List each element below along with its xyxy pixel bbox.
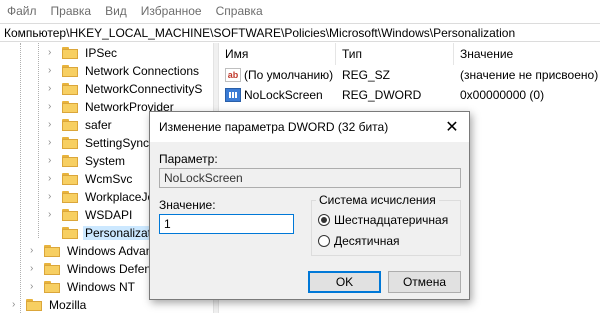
tree-guide-line (38, 43, 39, 238)
row-type: REG_DWORD (342, 88, 422, 102)
radio-unselected-icon[interactable] (318, 235, 330, 247)
folder-icon (62, 191, 78, 203)
param-name-field: NoLockScreen (159, 168, 461, 188)
tree-item-wsdapi[interactable]: › WSDAPI (48, 206, 134, 224)
tree-item-system[interactable]: › System (48, 152, 127, 170)
row-value: 0x00000000 (0) (460, 88, 545, 102)
list-row[interactable]: ab (По умолчанию) REG_SZ (значение не пр… (219, 65, 600, 85)
menu-bar: Файл Правка Вид Избранное Справка (0, 0, 600, 22)
chevron-right-icon[interactable]: › (12, 300, 20, 310)
tree-item-label: Windows Defen (67, 262, 152, 276)
row-name: NoLockScreen (244, 88, 323, 102)
base-group-label: Система исчисления (316, 193, 439, 207)
tree-item-network-connectivity[interactable]: › NetworkConnectivityS (48, 80, 204, 98)
list-header: Имя Тип Значение (219, 43, 600, 65)
menu-view[interactable]: Вид (98, 4, 134, 18)
radio-dec-label: Десятичная (334, 234, 400, 248)
chevron-right-icon[interactable]: › (48, 48, 56, 58)
column-header-name[interactable]: Имя (219, 43, 336, 65)
binary-value-icon (225, 88, 241, 102)
list-row[interactable]: NoLockScreen REG_DWORD 0x00000000 (0) (219, 85, 600, 105)
menu-edit[interactable]: Правка (44, 4, 99, 18)
dialog-title: Изменение параметра DWORD (32 бита) (159, 120, 389, 134)
folder-icon (62, 65, 78, 77)
tree-item-label: System (85, 154, 126, 168)
tree-item-label: IPSec (85, 46, 118, 60)
radio-selected-icon[interactable] (318, 214, 330, 226)
ok-button[interactable]: OK (308, 271, 381, 293)
menu-favorites[interactable]: Избранное (134, 4, 209, 18)
chevron-right-icon[interactable]: › (30, 282, 38, 292)
tree-item-label: safer (85, 118, 112, 132)
tree-item-setting-sync[interactable]: › SettingSync (48, 134, 151, 152)
menu-help[interactable]: Справка (209, 4, 270, 18)
folder-icon (26, 299, 42, 311)
value-input[interactable]: 1 (159, 214, 294, 234)
folder-icon (62, 47, 78, 59)
param-label: Параметр: (159, 152, 218, 166)
tree-item-label: NetworkConnectivityS (85, 82, 203, 96)
row-type: REG_SZ (342, 68, 391, 82)
tree-guide-line (20, 43, 21, 313)
address-bar[interactable]: Компьютер\HKEY_LOCAL_MACHINE\SOFTWARE\Po… (0, 23, 600, 42)
chevron-right-icon[interactable]: › (48, 156, 56, 166)
folder-icon (62, 173, 78, 185)
tree-item-workplace-join[interactable]: › WorkplaceJo (48, 188, 156, 206)
close-icon[interactable]: ✕ (435, 112, 469, 142)
chevron-right-icon[interactable]: › (48, 174, 56, 184)
row-value: (значение не присвоено) (460, 68, 599, 82)
tree-item-wcmsvc[interactable]: › WcmSvc (48, 170, 134, 188)
menu-file[interactable]: Файл (0, 4, 44, 18)
chevron-right-icon[interactable]: › (48, 192, 56, 202)
chevron-right-icon[interactable]: › (48, 66, 56, 76)
chevron-right-icon[interactable]: › (48, 84, 56, 94)
radio-hex[interactable]: Шестнадцатеричная (318, 213, 448, 227)
column-header-type[interactable]: Тип (336, 43, 454, 65)
folder-icon (62, 119, 78, 131)
tree-item-label: SettingSync (85, 136, 150, 150)
tree-item-label: WcmSvc (85, 172, 133, 186)
folder-icon (62, 227, 78, 239)
chevron-right-icon[interactable]: › (48, 102, 56, 112)
radio-dec[interactable]: Десятичная (318, 234, 400, 248)
tree-item-mozilla[interactable]: › Mozilla (12, 296, 88, 313)
tree-item-label: Windows Advan (67, 244, 153, 258)
column-header-value[interactable]: Значение (454, 43, 600, 65)
chevron-right-icon[interactable]: › (30, 246, 38, 256)
folder-icon (62, 83, 78, 95)
folder-icon (62, 137, 78, 149)
row-name: (По умолчанию) (244, 68, 334, 82)
tree-item-ipsec[interactable]: › IPSec (48, 44, 119, 62)
tree-item-safer[interactable]: › safer (48, 116, 114, 134)
chevron-right-icon[interactable]: › (30, 264, 38, 274)
tree-item-windows-nt[interactable]: › Windows NT (30, 278, 137, 296)
chevron-right-icon[interactable]: › (48, 138, 56, 148)
folder-icon (44, 281, 60, 293)
folder-icon (62, 101, 78, 113)
radio-hex-label: Шестнадцатеричная (334, 213, 449, 227)
edit-dword-dialog: Изменение параметра DWORD (32 бита) ✕ Па… (149, 111, 470, 300)
dialog-titlebar[interactable]: Изменение параметра DWORD (32 бита) ✕ (150, 112, 469, 142)
folder-icon (44, 263, 60, 275)
tree-item-label: Mozilla (49, 298, 87, 312)
cancel-button[interactable]: Отмена (388, 271, 461, 293)
tree-item-label: WSDAPI (85, 208, 133, 222)
tree-item-network-connections[interactable]: › Network Connections (48, 62, 201, 80)
folder-icon (44, 245, 60, 257)
folder-icon (62, 209, 78, 221)
base-group: Система исчисления Шестнадцатеричная Дес… (311, 193, 461, 256)
folder-icon (62, 155, 78, 167)
tree-item-label: WorkplaceJo (85, 190, 155, 204)
address-path: Компьютер\HKEY_LOCAL_MACHINE\SOFTWARE\Po… (4, 25, 516, 40)
tree-item-label: Windows NT (67, 280, 136, 294)
string-value-icon: ab (225, 68, 241, 82)
tree-item-label: Network Connections (85, 64, 200, 78)
chevron-right-icon[interactable]: › (48, 210, 56, 220)
tree-item-windows-advanced[interactable]: › Windows Advan (30, 242, 154, 260)
tree-item-windows-defender[interactable]: › Windows Defen (30, 260, 153, 278)
chevron-right-icon[interactable]: › (48, 120, 56, 130)
value-label: Значение: (159, 198, 216, 212)
